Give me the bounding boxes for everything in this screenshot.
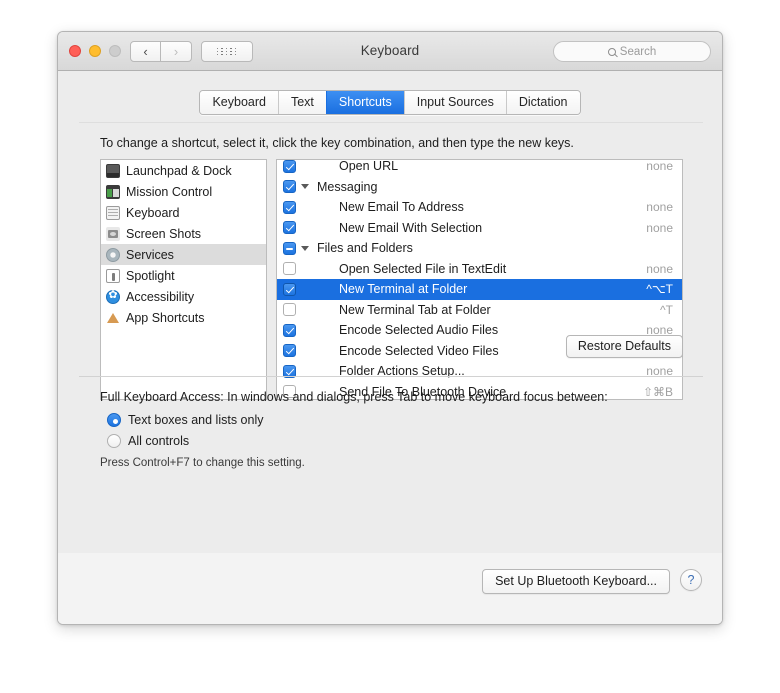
bottom-bar: Set Up Bluetooth Keyboard... ? bbox=[58, 553, 722, 624]
shortcut-name: Files and Folders bbox=[317, 241, 413, 256]
spotlight-icon bbox=[106, 268, 120, 283]
sidebar-item-label: Screen Shots bbox=[126, 226, 202, 241]
shortcut-name: New Terminal Tab at Folder bbox=[339, 302, 491, 317]
shortcut-key-combination[interactable]: none bbox=[646, 160, 682, 173]
checkbox-icon[interactable] bbox=[283, 323, 296, 337]
radio-button-icon[interactable] bbox=[107, 413, 121, 427]
search-icon bbox=[607, 47, 616, 56]
sidebar-item-app-shortcuts[interactable]: App Shortcuts bbox=[101, 307, 266, 328]
sidebar-item-label: Launchpad & Dock bbox=[126, 163, 232, 178]
sidebar-item-mission-control[interactable]: Mission Control bbox=[101, 181, 266, 202]
sidebar-item-label: Services bbox=[126, 247, 174, 262]
accessibility-icon bbox=[106, 288, 120, 304]
table-row[interactable]: Folder Actions Setup... none bbox=[277, 361, 682, 382]
radio-label: Text boxes and lists only bbox=[128, 413, 264, 427]
shortcut-key-combination[interactable]: ⇧⌘B bbox=[643, 385, 682, 399]
checkbox-icon[interactable] bbox=[283, 303, 296, 317]
table-row[interactable]: Open URL none bbox=[277, 159, 682, 177]
app-shortcuts-icon bbox=[106, 311, 120, 325]
tab-text[interactable]: Text bbox=[277, 91, 326, 114]
full-keyboard-access-label: Full Keyboard Access: In windows and dia… bbox=[100, 390, 608, 404]
help-button[interactable]: ? bbox=[680, 569, 702, 591]
restore-defaults-button[interactable]: Restore Defaults bbox=[565, 335, 683, 358]
checkbox-icon[interactable] bbox=[283, 344, 296, 358]
table-row[interactable]: Messaging bbox=[277, 177, 682, 198]
checkbox-icon[interactable] bbox=[283, 262, 296, 276]
full-keyboard-access-hint: Press Control+F7 to change this setting. bbox=[100, 457, 305, 469]
set-up-bluetooth-keyboard-button[interactable]: Set Up Bluetooth Keyboard... bbox=[482, 569, 670, 594]
tab-bar: Keyboard Text Shortcuts Input Sources Dictat… bbox=[58, 90, 722, 115]
shortcut-key-combination[interactable]: none bbox=[646, 200, 682, 214]
checkbox-icon[interactable] bbox=[283, 200, 296, 214]
checkbox-icon[interactable] bbox=[283, 282, 296, 296]
table-row[interactable]: New Terminal at Folder ^⌥T bbox=[277, 279, 682, 300]
table-row[interactable]: Files and Folders bbox=[277, 238, 682, 259]
shortcut-key-combination[interactable]: ^⌥T bbox=[646, 282, 682, 296]
shortcut-name: New Email With Selection bbox=[339, 220, 483, 235]
shortcut-name: Open Selected File in TextEdit bbox=[339, 261, 507, 276]
disclosure-triangle-icon[interactable] bbox=[301, 184, 309, 190]
table-row[interactable]: New Email To Address none bbox=[277, 197, 682, 218]
checkbox-icon[interactable] bbox=[283, 160, 296, 173]
sidebar-item-screen-shots[interactable]: Screen Shots bbox=[101, 223, 266, 244]
radio-button-icon[interactable] bbox=[107, 434, 121, 448]
sidebar-item-label: Spotlight bbox=[126, 268, 175, 283]
disclosure-triangle-icon[interactable] bbox=[301, 245, 309, 251]
search-placeholder: Search bbox=[619, 45, 657, 58]
window-body: Keyboard Text Shortcuts Input Sources Dictat… bbox=[58, 71, 722, 624]
keyboard-preferences-window: ‹ › Keyboard Search Keyboard Text Shortcut… bbox=[57, 31, 723, 625]
tab-shortcuts[interactable]: Shortcuts bbox=[325, 91, 404, 114]
sidebar-item-services[interactable]: Services bbox=[101, 244, 266, 265]
sidebar-item-spotlight[interactable]: Spotlight bbox=[101, 265, 266, 286]
instruction-text: To change a shortcut, select it, click t… bbox=[100, 136, 574, 150]
shortcut-name: New Terminal at Folder bbox=[339, 282, 468, 297]
shortcut-name: New Email To Address bbox=[339, 200, 464, 215]
shortcuts-panel: To change a shortcut, select it, click t… bbox=[79, 122, 703, 592]
radio-label: All controls bbox=[128, 434, 190, 448]
sidebar-item-launchpad-dock[interactable]: Launchpad & Dock bbox=[101, 160, 266, 181]
shortcut-name: Messaging bbox=[317, 179, 378, 194]
keyboard-icon bbox=[106, 205, 120, 220]
sidebar-item-label: Mission Control bbox=[126, 184, 213, 199]
table-row[interactable]: Open Selected File in TextEdit none bbox=[277, 259, 682, 280]
launchpad-icon bbox=[106, 163, 120, 178]
checkbox-icon[interactable] bbox=[283, 180, 296, 194]
shortcut-key-combination[interactable]: ^T bbox=[660, 303, 682, 317]
tab-input-sources[interactable]: Input Sources bbox=[403, 91, 506, 114]
checkbox-icon[interactable] bbox=[283, 241, 296, 255]
shortcut-table[interactable]: Open URL none Messaging New Email To Addres… bbox=[276, 159, 683, 400]
shortcut-key-combination[interactable]: none bbox=[646, 262, 682, 276]
category-sidebar[interactable]: Launchpad & Dock Mission Control Keyboard S… bbox=[100, 159, 267, 400]
sidebar-item-accessibility[interactable]: Accessibility bbox=[101, 286, 266, 307]
services-gear-icon bbox=[106, 247, 120, 262]
window-titlebar: ‹ › Keyboard Search bbox=[58, 32, 722, 71]
checkbox-icon[interactable] bbox=[283, 221, 296, 235]
lists-area: Launchpad & Dock Mission Control Keyboard S… bbox=[100, 159, 683, 400]
sidebar-item-keyboard[interactable]: Keyboard bbox=[101, 202, 266, 223]
section-divider bbox=[79, 376, 703, 377]
table-row[interactable]: New Email With Selection none bbox=[277, 218, 682, 239]
radio-text-boxes-and-lists[interactable]: Text boxes and lists only bbox=[107, 413, 264, 427]
search-input[interactable]: Search bbox=[553, 41, 711, 62]
shortcut-key-combination[interactable]: none bbox=[646, 221, 682, 235]
sidebar-item-label: Keyboard bbox=[126, 205, 180, 220]
sidebar-item-label: Accessibility bbox=[126, 289, 195, 304]
mission-control-icon bbox=[106, 184, 120, 199]
table-row[interactable]: New Terminal Tab at Folder ^T bbox=[277, 300, 682, 321]
screenshot-icon bbox=[106, 226, 120, 241]
tab-dictation[interactable]: Dictation bbox=[505, 91, 580, 114]
sidebar-item-label: App Shortcuts bbox=[126, 310, 205, 325]
radio-all-controls[interactable]: All controls bbox=[107, 434, 189, 448]
tab-keyboard[interactable]: Keyboard bbox=[200, 91, 278, 114]
shortcut-name: Open URL bbox=[339, 159, 399, 174]
